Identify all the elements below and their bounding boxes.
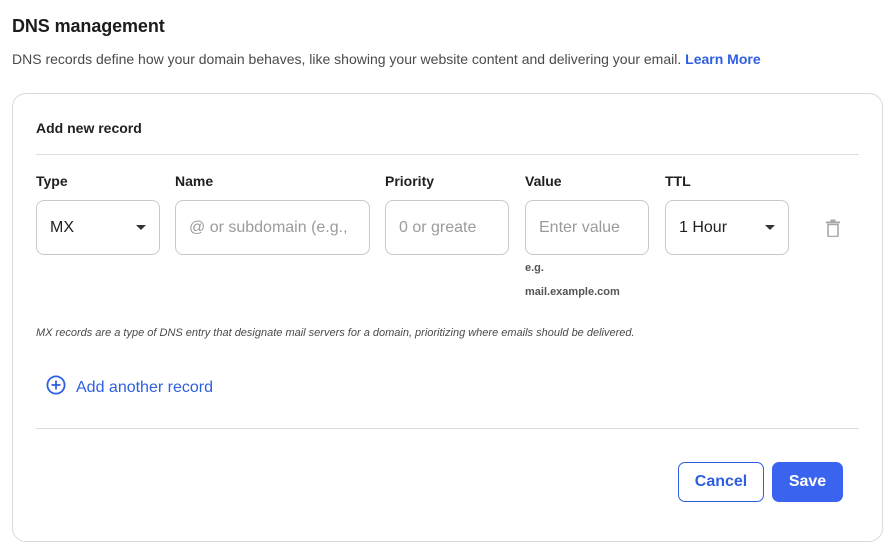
mx-record-note: MX records are a type of DNS entry that …	[36, 327, 635, 339]
value-hint-example: mail.example.com	[525, 286, 620, 298]
type-select-value: MX	[50, 218, 74, 236]
type-select[interactable]: MX	[36, 200, 160, 255]
ttl-select[interactable]: 1 Hour	[665, 200, 789, 255]
divider	[36, 428, 859, 429]
cancel-button[interactable]: Cancel	[678, 462, 764, 502]
trash-icon[interactable]	[825, 219, 841, 238]
value-label: Value	[525, 173, 562, 189]
name-input[interactable]	[189, 218, 356, 237]
priority-label: Priority	[385, 173, 435, 189]
value-input[interactable]	[539, 218, 635, 237]
add-another-record-button[interactable]: Add another record	[46, 375, 213, 400]
value-hint-prefix: e.g.	[525, 262, 544, 274]
name-label: Name	[175, 173, 214, 189]
ttl-select-value: 1 Hour	[679, 218, 728, 236]
priority-field[interactable]	[385, 200, 509, 255]
add-record-card: Add new record Type Name Priority Value …	[12, 93, 883, 542]
chevron-down-icon	[765, 225, 775, 230]
plus-circle-icon	[46, 375, 66, 400]
learn-more-link[interactable]: Learn More	[685, 51, 760, 67]
type-label: Type	[36, 173, 68, 189]
description-text: DNS records define how your domain behav…	[12, 51, 682, 67]
add-another-record-label: Add another record	[76, 378, 213, 396]
page-title: DNS management	[12, 16, 165, 36]
priority-input[interactable]	[399, 218, 495, 237]
card-heading: Add new record	[36, 120, 142, 136]
name-field[interactable]	[175, 200, 370, 255]
value-field[interactable]	[525, 200, 649, 255]
page-description: DNS records define how your domain behav…	[12, 51, 761, 67]
divider	[36, 154, 859, 155]
chevron-down-icon	[136, 225, 146, 230]
save-button[interactable]: Save	[772, 462, 843, 502]
ttl-label: TTL	[665, 173, 691, 189]
